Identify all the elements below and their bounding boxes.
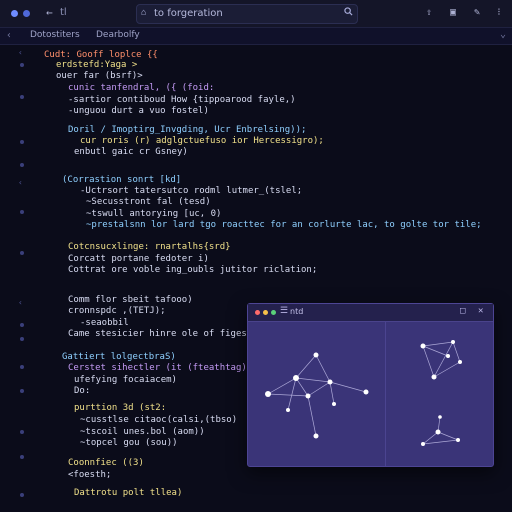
pin-icon[interactable]: ✎: [470, 6, 484, 20]
code-line[interactable]: ~topcel gou (sou)): [80, 438, 178, 449]
code-line[interactable]: Cerstet sihectler (it (fteathtag): [68, 363, 247, 374]
gutter-marker: [20, 251, 24, 255]
search-input[interactable]: to forgeration: [154, 8, 223, 19]
title-bar: ← tl ⌂ to forgeration ⇧ ▣ ✎ ⁝: [0, 0, 512, 28]
code-line[interactable]: enbutl gaic cr Gsney): [74, 147, 188, 158]
gutter-marker: [20, 430, 24, 434]
gutter-marker: [20, 493, 24, 497]
search-bar[interactable]: ⌂ to forgeration: [136, 4, 358, 24]
close-icon[interactable]: ✕: [478, 306, 483, 316]
window-dot-icon[interactable]: [23, 10, 30, 17]
gutter-marker: [20, 365, 24, 369]
gutter-marker: [20, 140, 24, 144]
back-icon[interactable]: ←: [46, 6, 53, 19]
graph-preview-window[interactable]: ☰ ntd □ ✕: [247, 303, 494, 467]
minimize-dot-icon[interactable]: [263, 310, 268, 315]
menu-icon[interactable]: ☰: [280, 306, 288, 316]
gutter-marker: [20, 95, 24, 99]
expand-icon[interactable]: □: [460, 306, 465, 316]
code-line[interactable]: Cottrat ore voble ing_oubls jutitor ricl…: [68, 265, 317, 276]
fold-chevron-icon[interactable]: ‹: [18, 298, 23, 307]
gutter-marker: [20, 323, 24, 327]
chevron-down-icon[interactable]: ‹: [6, 30, 12, 41]
window-title: tl: [60, 7, 67, 18]
code-line[interactable]: purttion 3d (st2:: [74, 403, 166, 414]
window-dot-icon[interactable]: [11, 10, 18, 17]
code-line[interactable]: ~prestalsnn lor lard tgo roacttec for an…: [86, 220, 482, 231]
code-line[interactable]: Do:: [74, 386, 90, 397]
tab-dotostiters[interactable]: Dotostiters: [30, 30, 80, 40]
gutter-marker: [20, 63, 24, 67]
tab-bar: ‹ Dotostiters Dearbolfy ⌄: [0, 28, 512, 45]
code-line[interactable]: cur roris (r) adglgctuefuso ior Hercessi…: [80, 136, 324, 147]
fold-chevron-icon[interactable]: ‹: [18, 48, 23, 57]
gutter-marker: [20, 337, 24, 341]
code-line[interactable]: Corcatt portane fedoter i): [68, 254, 209, 265]
close-dot-icon[interactable]: [255, 310, 260, 315]
code-line[interactable]: -seaobbil: [80, 318, 129, 329]
code-line[interactable]: Dattrotu polt tllea): [74, 488, 182, 499]
code-line[interactable]: ~cusstlse citaoc(calsi,(tbso): [80, 415, 237, 426]
fold-chevron-icon[interactable]: ‹: [18, 178, 23, 187]
close-icon[interactable]: ⌄: [500, 29, 506, 40]
code-line[interactable]: cunic tanfendral, ({ (foid:: [68, 83, 214, 94]
maximize-dot-icon[interactable]: [271, 310, 276, 315]
network-graph: [265, 340, 462, 446]
tab-dearbolfy[interactable]: Dearbolfy: [96, 30, 140, 40]
home-icon: ⌂: [141, 8, 147, 18]
gutter-marker: [20, 210, 24, 214]
code-line[interactable]: ~tswull antorying [uc, 0): [86, 209, 221, 220]
code-line[interactable]: erdstefd:Yaga >: [56, 60, 137, 71]
line-gutter: ‹ ‹ ‹: [0, 45, 40, 512]
code-line[interactable]: ~Secusstront fal (tesd): [86, 197, 211, 208]
code-line[interactable]: <foesth;: [68, 470, 111, 481]
gutter-marker: [20, 455, 24, 459]
upload-icon[interactable]: ⇧: [422, 6, 436, 20]
code-line[interactable]: (Corrastion sonrt [kd]: [62, 175, 181, 186]
code-line[interactable]: Cotcnsucxlinge: rnartalhs{srd}: [68, 242, 231, 253]
code-line[interactable]: Doril / Imoptirg_Invgding, Ucr Enbrelsin…: [68, 125, 306, 136]
graph-window-label: ntd: [290, 307, 304, 316]
gutter-marker: [20, 163, 24, 167]
share-icon[interactable]: ▣: [446, 6, 460, 20]
edit-icon[interactable]: ⁝: [492, 6, 506, 20]
code-line[interactable]: -unguou durt a vuo fostel): [68, 106, 209, 117]
code-line[interactable]: ouer far (bsrf)>: [56, 71, 143, 82]
code-line[interactable]: Coonnfiec ((3): [68, 458, 144, 469]
code-line[interactable]: Gattiert lolgectbraS): [62, 352, 176, 363]
gutter-marker: [20, 389, 24, 393]
code-line[interactable]: -Uctrsort tatersutco rodml lutmer_(tslel…: [80, 186, 302, 197]
code-line[interactable]: ~tscoil unes.bol (aom)): [80, 427, 205, 438]
panel-divider[interactable]: [385, 322, 386, 466]
code-line[interactable]: Comm flor sbeit tafooo): [68, 295, 193, 306]
search-icon[interactable]: [344, 7, 353, 16]
code-line[interactable]: cronnspdc ,(TETJ);: [68, 306, 166, 317]
code-line[interactable]: ufefying focaiacem): [74, 375, 177, 386]
code-line[interactable]: Came stesicier hinre ole of figes: [68, 329, 247, 340]
graph-window-titlebar[interactable]: ☰ ntd □ ✕: [248, 304, 493, 322]
code-line[interactable]: -sartior contiboud How {tippoarood fayle…: [68, 95, 296, 106]
